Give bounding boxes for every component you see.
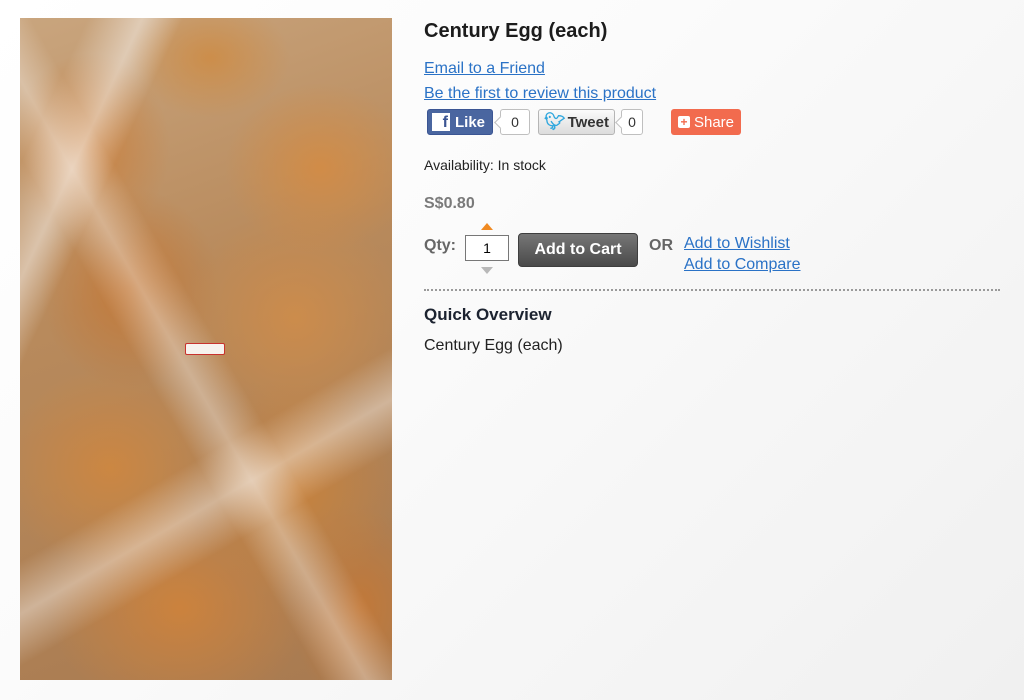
facebook-icon: f [432,113,450,131]
add-to-cart-row: Qty: Add to Cart OR Add to Wishlist Add … [424,219,1000,285]
share-label: Share [693,113,735,131]
plus-icon: + [677,116,690,128]
product-details: Century Egg (each) Email to a Friend Be … [424,18,1000,355]
product-label-sticker [185,343,225,355]
add-to-wishlist-link[interactable]: Add to Wishlist [684,233,801,254]
qty-label: Qty: [424,237,456,254]
add-to-compare-link[interactable]: Add to Compare [684,254,801,275]
facebook-like-button[interactable]: f Like [427,109,493,135]
or-text: OR [649,237,673,254]
arrow-up-icon[interactable] [481,223,493,230]
social-buttons: f Like 0 🐦︎ Tweet 0 + Share [424,106,1000,138]
review-link[interactable]: Be the first to review this product [424,81,1000,106]
quick-overview-text: Century Egg (each) [424,337,563,354]
like-label: Like [455,113,486,131]
share-button[interactable]: + Share [671,109,741,135]
add-to-cart-button[interactable]: Add to Cart [518,233,638,267]
tweet-label: Tweet [567,113,609,131]
like-count: 0 [500,109,530,135]
product-price: S$0.80 [424,195,475,212]
qty-input[interactable] [465,235,509,261]
twitter-bird-icon: 🐦︎ [544,112,566,131]
divider [424,289,1000,291]
quick-overview-heading: Quick Overview [424,305,552,324]
availability-status: Availability: In stock [424,157,546,173]
arrow-down-icon[interactable] [481,267,493,274]
tweet-count: 0 [621,109,643,135]
product-title: Century Egg (each) [424,20,608,42]
tweet-button[interactable]: 🐦︎ Tweet [538,109,615,135]
wishlist-compare-links: Add to Wishlist Add to Compare [684,233,801,275]
product-image[interactable] [20,18,392,680]
email-friend-link[interactable]: Email to a Friend [424,56,1000,81]
